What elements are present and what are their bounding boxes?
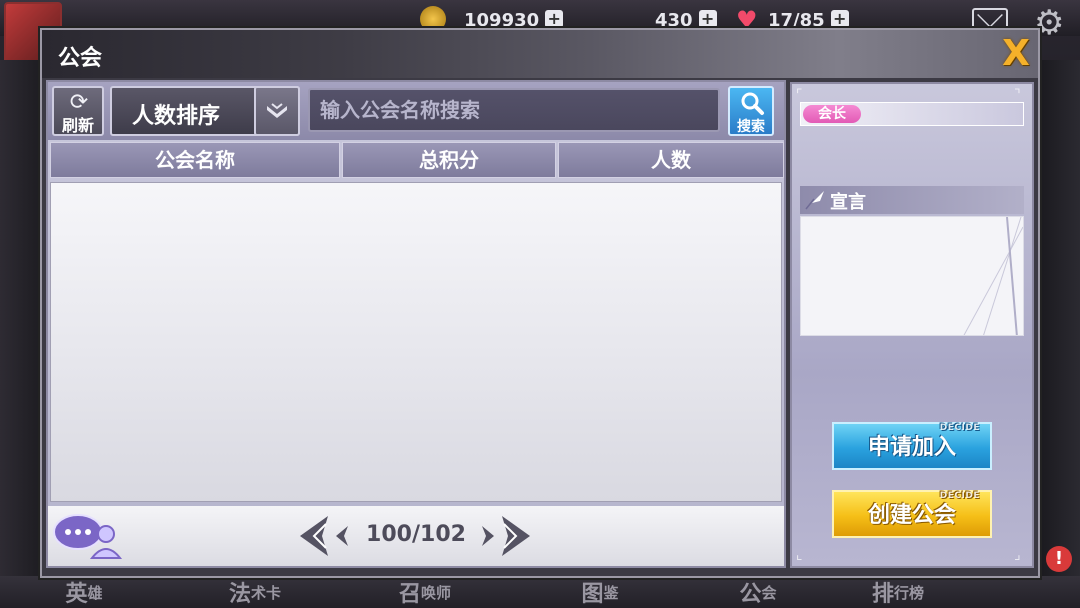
page-indicator: 100/102 [366,522,466,547]
nav-guild[interactable]: 公会 [718,576,798,608]
declaration-title: 宣言 [830,192,866,213]
guild-modal: 公会 X ⟳ 刷新 人数排序 输入公会名称搜索 搜索 公会名称 总积分 人数 1… [40,28,1040,578]
declaration-decoration [963,217,1023,335]
quill-icon [805,191,824,210]
corner-ornament-icon: ⌝ [1014,87,1021,103]
apply-join-label: 申请加入 [867,435,956,460]
nav-codex-small: 鉴 [603,583,619,602]
refresh-label: 刷新 [61,116,94,135]
add-gold-button[interactable]: + [545,10,564,28]
nav-summoner-big: 召 [398,582,421,607]
add-stamina-button[interactable]: + [830,10,849,28]
corner-ornament-icon: ⌟ [1014,547,1021,563]
nav-codex[interactable]: 图鉴 [560,576,640,608]
corner-ornament-icon: ⌞ [796,547,803,563]
arrow-left-icon [300,516,348,556]
nav-leaderboard[interactable]: 排行榜 [848,576,948,608]
decide-tag: DECIDE [939,423,980,433]
nav-leaderboard-big: 排 [871,582,894,607]
leader-row: 会长 [800,102,1024,126]
search-icon [741,92,764,115]
nav-guild-big: 公 [739,582,762,607]
guild-detail-panel: ⌜ ⌝ 会长 宣言 申请加入 DECIDE 创建公会 DECIDE ⌞ ⌟ [790,82,1034,568]
nav-heroes-small: 雄 [87,583,103,602]
corner-ornament-icon: ⌜ [796,87,803,103]
nav-leaderboard-small: 行榜 [894,583,925,602]
guild-list-panel: ⟳ 刷新 人数排序 搜索 公会名称 总积分 [46,80,786,568]
chat-button[interactable] [52,512,124,560]
right-side-menu [1038,60,1080,580]
apply-join-button[interactable]: 申请加入 DECIDE [832,422,992,470]
refresh-button[interactable]: ⟳ 刷新 [52,86,104,136]
nav-spell-cards-big: 法 [228,582,251,607]
column-header-total-score[interactable]: 总积分 [342,142,556,178]
notification-badge: ! [1046,546,1072,572]
next-page-button[interactable] [474,514,532,558]
close-button[interactable]: X [998,36,1034,72]
guild-list[interactable] [50,182,782,502]
chat-bubble-icon [53,514,123,559]
bottom-navigation: 英雄 法术卡 召唤师 图鉴 公会 排行榜 [0,576,1080,608]
create-guild-label: 创建公会 [867,503,956,528]
sort-label: 人数排序 [132,104,221,129]
add-gem-button[interactable]: + [698,10,717,28]
nav-heroes[interactable]: 英雄 [54,576,114,608]
search-label: 搜索 [737,119,765,135]
nav-summoner[interactable]: 召唤师 [380,576,470,608]
list-toolbar: ⟳ 刷新 人数排序 搜索 [48,82,784,140]
guild-search-input[interactable] [308,88,720,132]
nav-spell-cards-small: 术卡 [251,583,282,602]
nav-heroes-big: 英 [65,582,88,607]
column-header-guild-name[interactable]: 公会名称 [50,142,340,178]
list-footer: 100/102 [48,506,784,566]
chevron-down-icon [267,103,287,118]
prev-page-button[interactable] [298,514,356,558]
modal-header: 公会 X [42,30,1038,78]
refresh-icon: ⟳ [69,90,89,115]
sort-dropdown-toggle[interactable] [254,86,300,136]
nav-summoner-small: 唤师 [421,583,452,602]
declaration-header: 宣言 [800,186,1024,214]
declaration-box [800,216,1024,336]
decide-tag: DECIDE [939,491,980,501]
left-side-menu [0,60,42,580]
nav-spell-cards[interactable]: 法术卡 [210,576,300,608]
modal-title: 公会 [58,46,103,71]
leader-badge: 会长 [803,105,861,123]
search-button[interactable]: 搜索 [728,86,774,136]
arrow-right-icon [482,516,530,556]
nav-guild-small: 会 [761,583,777,602]
nav-codex-big: 图 [581,582,604,607]
column-header-member-count[interactable]: 人数 [558,142,784,178]
create-guild-button[interactable]: 创建公会 DECIDE [832,490,992,538]
